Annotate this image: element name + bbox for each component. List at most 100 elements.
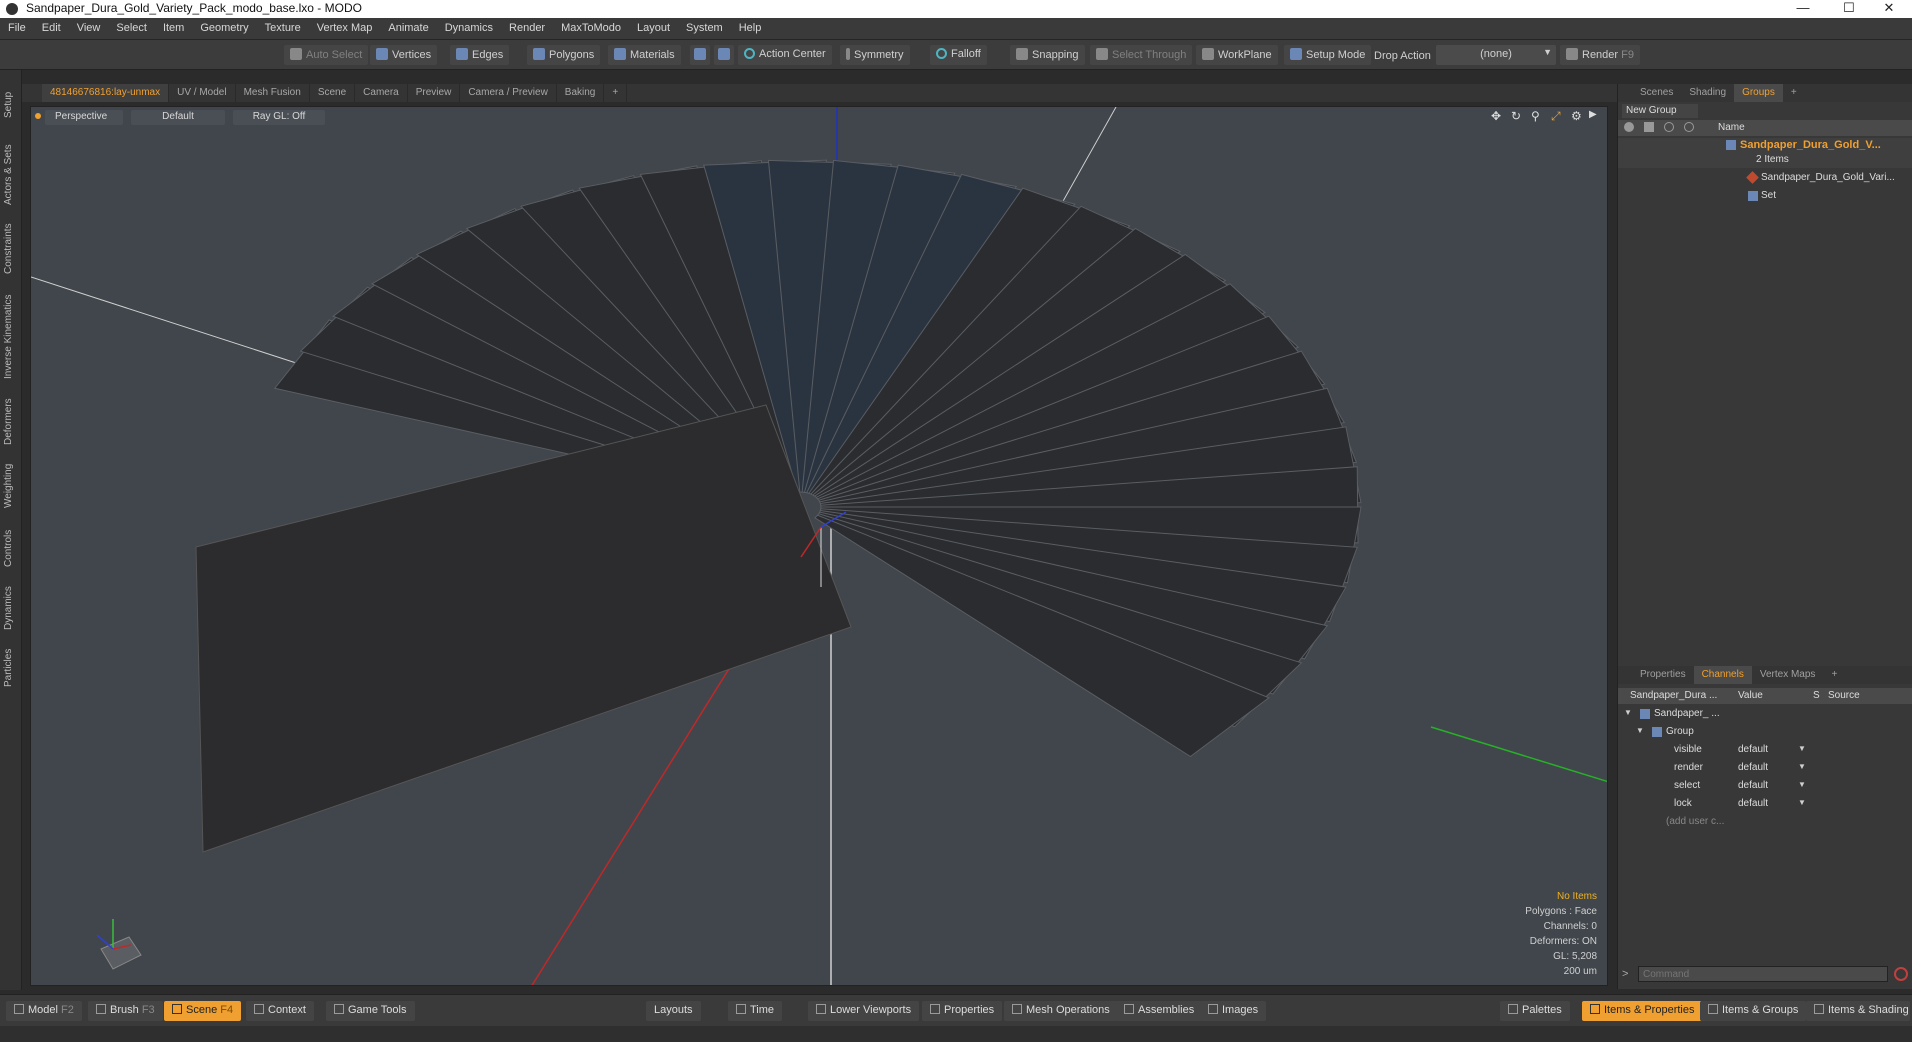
setup-mode-button[interactable]: Setup Mode: [1284, 45, 1372, 65]
menu-animate[interactable]: Animate: [380, 18, 436, 40]
channel-value[interactable]: default: [1738, 780, 1768, 791]
edges-button[interactable]: Edges: [450, 45, 510, 65]
expand-triangle-icon[interactable]: ▼: [1636, 726, 1644, 735]
channel-group-row[interactable]: ▼ Group: [1618, 724, 1912, 742]
tab-dynamics[interactable]: Dynamics: [3, 582, 19, 634]
drop-action-select[interactable]: (none) ▼: [1436, 45, 1556, 65]
brush-layout-button[interactable]: Brush F3: [88, 1001, 163, 1021]
select-toggle-icon[interactable]: [1684, 122, 1694, 132]
materials-button[interactable]: Materials: [608, 45, 681, 65]
tab-camera-preview[interactable]: Camera / Preview: [460, 84, 557, 102]
tab-constraints[interactable]: Constraints: [3, 218, 19, 280]
close-icon[interactable]: ✕: [1866, 0, 1912, 18]
new-group-button[interactable]: New Group: [1622, 104, 1698, 118]
render-toggle-icon[interactable]: [1644, 122, 1654, 132]
chevron-down-icon[interactable]: ▼: [1798, 762, 1806, 771]
channel-item-row[interactable]: ▼ Sandpaper_ ...: [1618, 706, 1912, 724]
shading-mode-button[interactable]: Default: [131, 110, 225, 125]
images-button[interactable]: Images: [1200, 1001, 1267, 1021]
context-button[interactable]: Context: [246, 1001, 314, 1021]
rotate-view-icon[interactable]: ↻: [1511, 109, 1521, 123]
menu-dynamics[interactable]: Dynamics: [437, 18, 501, 40]
game-tools-button[interactable]: Game Tools: [326, 1001, 415, 1021]
items-shading-button[interactable]: Items & Shading: [1806, 1001, 1910, 1021]
view-type-button[interactable]: Perspective: [45, 110, 123, 125]
workplane-button[interactable]: WorkPlane: [1196, 45, 1278, 65]
properties-button[interactable]: Properties: [922, 1001, 1003, 1021]
tab-properties[interactable]: Properties: [1632, 666, 1694, 684]
lock-icon[interactable]: [1664, 122, 1674, 132]
tab-channels[interactable]: Channels: [1693, 666, 1752, 684]
tab-camera[interactable]: Camera: [355, 84, 408, 102]
group-root-row[interactable]: Sandpaper_Dura_Gold_V... 2 Items: [1618, 138, 1912, 168]
channel-row-render[interactable]: render default ▼: [1618, 760, 1912, 778]
lower-viewports-button[interactable]: Lower Viewports: [808, 1001, 920, 1021]
mesh-mode-button[interactable]: [690, 45, 710, 65]
menu-maxtomodo[interactable]: MaxToModo: [553, 18, 629, 40]
menu-geometry[interactable]: Geometry: [192, 18, 256, 40]
tab-weighting[interactable]: Weighting: [3, 458, 19, 514]
auto-select-button[interactable]: Auto Select: [284, 45, 369, 65]
menu-texture[interactable]: Texture: [257, 18, 309, 40]
tab-setup[interactable]: Setup: [3, 88, 19, 122]
menu-system[interactable]: System: [678, 18, 731, 40]
tab-deformers[interactable]: Deformers: [3, 394, 19, 450]
tab-mesh-fusion[interactable]: Mesh Fusion: [236, 84, 310, 102]
snapping-button[interactable]: Snapping: [1010, 45, 1085, 65]
menu-render[interactable]: Render: [501, 18, 553, 40]
scene-layout-button[interactable]: Scene F4: [164, 1001, 242, 1021]
menu-select[interactable]: Select: [108, 18, 155, 40]
items-groups-button[interactable]: Items & Groups: [1700, 1001, 1807, 1021]
group-child-mesh-row[interactable]: Sandpaper_Dura_Gold_Vari...: [1618, 170, 1912, 188]
assemblies-button[interactable]: Assemblies: [1116, 1001, 1203, 1021]
vertices-button[interactable]: Vertices: [370, 45, 438, 65]
menu-edit[interactable]: Edit: [34, 18, 69, 40]
minimize-icon[interactable]: —: [1780, 0, 1826, 18]
expand-triangle-icon[interactable]: ▼: [1624, 708, 1632, 717]
tab-scene[interactable]: Scene: [310, 84, 356, 102]
viewport-settings-icon[interactable]: ⚙: [1571, 109, 1582, 123]
channel-row-select[interactable]: select default ▼: [1618, 778, 1912, 796]
layouts-button[interactable]: Layouts: [646, 1001, 701, 1021]
select-through-button[interactable]: Select Through: [1090, 45, 1193, 65]
menu-item[interactable]: Item: [155, 18, 192, 40]
tab-actors-sets[interactable]: Actors & Sets: [3, 140, 19, 210]
tab-scenes[interactable]: Scenes: [1632, 84, 1681, 102]
action-center-button[interactable]: Action Center: [738, 45, 832, 65]
tab-controls[interactable]: Controls: [3, 522, 19, 574]
tab-vertex-maps[interactable]: Vertex Maps: [1752, 666, 1824, 684]
tab-particles[interactable]: Particles: [3, 642, 19, 694]
tab-shading[interactable]: Shading: [1681, 84, 1734, 102]
item-mode-button[interactable]: [714, 45, 734, 65]
tab-inverse-kinematics[interactable]: Inverse Kinematics: [3, 288, 19, 386]
tab-layout-unmax[interactable]: 48146676816:lay-unmax: [42, 84, 170, 102]
add-channel-tab[interactable]: +: [1823, 666, 1845, 684]
viewport-expand-icon[interactable]: ▶: [1589, 109, 1597, 120]
zoom-view-icon[interactable]: ⚲: [1531, 109, 1540, 123]
symmetry-button[interactable]: Symmetry: [840, 45, 910, 65]
visibility-icon[interactable]: [1624, 122, 1634, 132]
3d-viewport[interactable]: Perspective Default Ray GL: Off ✥ ↻ ⚲ ⤢ …: [30, 106, 1608, 986]
menu-help[interactable]: Help: [731, 18, 770, 40]
channel-value[interactable]: default: [1738, 762, 1768, 773]
chevron-down-icon[interactable]: ▼: [1798, 798, 1806, 807]
render-button[interactable]: Render F9: [1560, 45, 1640, 65]
channel-value[interactable]: default: [1738, 744, 1768, 755]
chevron-down-icon[interactable]: ▼: [1798, 744, 1806, 753]
fit-view-icon[interactable]: ⤢: [1551, 109, 1561, 124]
tab-uv-model[interactable]: UV / Model: [169, 84, 236, 102]
tab-groups[interactable]: Groups: [1734, 84, 1783, 102]
tab-preview[interactable]: Preview: [408, 84, 461, 102]
falloff-button[interactable]: Falloff: [930, 45, 987, 65]
viewport-menu-icon[interactable]: [35, 113, 41, 119]
menu-file[interactable]: File: [0, 18, 34, 40]
move-view-icon[interactable]: ✥: [1491, 109, 1501, 123]
mesh-operations-button[interactable]: Mesh Operations: [1004, 1001, 1118, 1021]
add-user-channel-row[interactable]: (add user c...: [1618, 814, 1912, 832]
menu-view[interactable]: View: [69, 18, 109, 40]
add-panel-tab[interactable]: +: [1783, 84, 1805, 102]
channel-row-visible[interactable]: visible default ▼: [1618, 742, 1912, 760]
menu-layout[interactable]: Layout: [629, 18, 678, 40]
group-child-set-row[interactable]: Set: [1618, 188, 1912, 206]
menu-vertex-map[interactable]: Vertex Map: [309, 18, 381, 40]
